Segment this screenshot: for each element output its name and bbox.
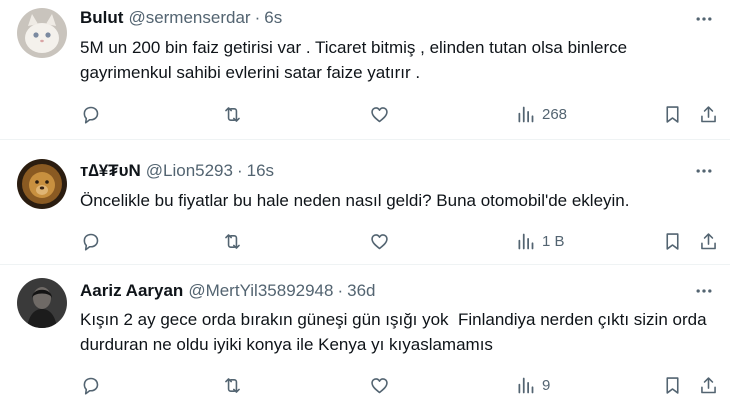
tweet-actions: 1 B [74,227,730,255]
retweet-icon [225,233,240,249]
views-icon [518,106,534,122]
reply-icon [83,377,99,395]
timestamp[interactable]: 36d [347,281,375,301]
user-handle[interactable]: @MertYil35892948 [188,281,333,301]
views-count: 1 B [542,232,565,250]
bookmark-button[interactable] [662,227,683,255]
retweet-button[interactable] [222,100,243,128]
like-icon [371,106,388,122]
tweet-header: Aariz Aaryan @MertYil35892948 · 36d [80,279,376,303]
avatar[interactable] [17,278,67,328]
display-name[interactable]: Bulut [80,8,123,28]
lion-avatar-icon [17,159,67,209]
bookmark-button[interactable] [662,100,683,128]
bookmark-icon [666,376,679,394]
views-icon [518,377,534,393]
reply-button[interactable] [80,227,101,255]
tweet-text: Öncelikle bu fiyatlar bu hale neden nası… [80,191,630,210]
separator-dot: · [337,281,344,300]
tweet-text: 5M un 200 bin faiz getirisi var . Ticare… [80,38,632,82]
like-icon [371,377,388,393]
timestamp[interactable]: 16s [247,161,274,181]
tweet-actions: 9 [74,371,730,399]
dark-portrait-avatar-icon [17,278,67,328]
retweet-icon [225,106,240,122]
reply-icon [83,106,99,124]
tweet-header: ᴛ∆¥₮ᴜN @Lion5293 · 16s [80,159,274,183]
separator-dot: · [254,8,261,27]
tweet[interactable]: Aariz Aaryan @MertYil35892948 · 36d Kışı… [0,265,730,420]
timestamp[interactable]: 6s [264,8,282,28]
more-icon[interactable] [692,279,716,303]
user-handle[interactable]: @sermenserdar [128,8,250,28]
bookmark-icon [666,232,679,250]
reply-button[interactable] [80,371,101,399]
tweet-actions: 268 [74,100,730,128]
like-icon [371,233,388,249]
like-button[interactable] [369,227,390,255]
tweet[interactable]: ᴛ∆¥₮ᴜN @Lion5293 · 16s Öncelikle bu fiya… [0,140,730,265]
like-button[interactable] [369,371,390,399]
share-icon [701,232,716,249]
views-button[interactable]: 9 [515,371,550,399]
bookmark-icon [666,105,679,123]
reply-icon [83,233,99,251]
more-icon[interactable] [692,7,716,31]
display-name[interactable]: ᴛ∆¥₮ᴜN [80,161,141,181]
share-button[interactable] [698,100,719,128]
retweet-button[interactable] [222,227,243,255]
share-icon [701,105,716,122]
tweet[interactable]: Bulut @sermenserdar · 6s 5M un 200 bin f… [0,0,730,140]
views-count: 9 [542,376,551,394]
display-name[interactable]: Aariz Aaryan [80,281,183,301]
separator-dot: · [236,161,243,180]
avatar[interactable] [17,8,67,58]
avatar[interactable] [17,159,67,209]
more-icon[interactable] [692,159,716,183]
retweet-button[interactable] [222,371,243,399]
bookmark-button[interactable] [662,371,683,399]
views-count: 268 [542,105,568,123]
share-icon [701,376,716,393]
views-button[interactable]: 1 B [515,227,565,255]
like-button[interactable] [369,100,390,128]
user-handle[interactable]: @Lion5293 [146,161,233,181]
retweet-icon [225,377,240,393]
views-button[interactable]: 268 [515,100,567,128]
share-button[interactable] [698,371,719,399]
tweet-text: Kışın 2 ay gece orda bırakın güneşi gün … [80,310,712,354]
views-icon [518,233,534,249]
tweet-header: Bulut @sermenserdar · 6s [80,6,282,30]
tweet-feed: Bulut @sermenserdar · 6s 5M un 200 bin f… [0,0,730,420]
share-button[interactable] [698,227,719,255]
reply-button[interactable] [80,100,101,128]
white-cat-avatar-icon [17,8,67,58]
